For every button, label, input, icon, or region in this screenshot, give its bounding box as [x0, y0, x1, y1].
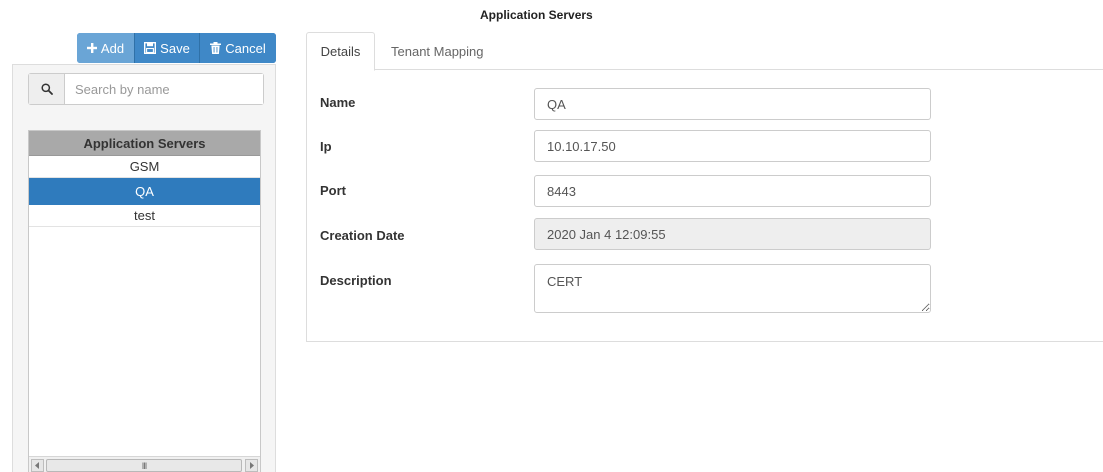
trash-icon — [210, 42, 222, 54]
search-group — [28, 73, 264, 105]
add-button[interactable]: Add — [77, 33, 134, 63]
description-label: Description — [320, 273, 392, 288]
port-label: Port — [320, 183, 346, 198]
toolbar: Add Save Cancel — [77, 33, 276, 63]
server-list-header: Application Servers — [29, 131, 260, 156]
search-icon — [29, 74, 65, 104]
ip-field[interactable] — [534, 130, 931, 162]
name-field[interactable] — [534, 88, 931, 120]
cancel-button[interactable]: Cancel — [199, 33, 276, 63]
cancel-button-label: Cancel — [225, 40, 266, 56]
ip-label: Ip — [320, 139, 332, 154]
list-item[interactable]: GSM — [29, 156, 260, 178]
scroll-left-arrow-icon[interactable] — [31, 459, 44, 472]
horizontal-scrollbar[interactable]: III — [29, 456, 260, 472]
list-item-selected[interactable]: QA — [29, 178, 260, 205]
page-title: Application Servers — [480, 8, 593, 22]
creation-date-label: Creation Date — [320, 228, 405, 243]
tab-details[interactable]: Details — [306, 32, 375, 71]
server-list: Application Servers GSM QA test III — [28, 130, 261, 472]
search-input[interactable] — [65, 74, 263, 104]
port-field[interactable] — [534, 175, 931, 207]
tab-tenant-mapping[interactable]: Tenant Mapping — [375, 32, 499, 70]
scroll-right-arrow-icon[interactable] — [245, 459, 258, 472]
detail-tabs: Details Tenant Mapping — [306, 32, 1103, 71]
add-button-label: Add — [100, 40, 125, 56]
name-label: Name — [320, 95, 356, 110]
scroll-thumb[interactable]: III — [46, 459, 242, 472]
floppy-disk-icon — [144, 42, 157, 54]
scroll-thumb-grip: III — [141, 460, 147, 471]
plus-icon — [86, 43, 97, 53]
description-field[interactable]: CERT — [534, 264, 931, 313]
creation-date-field — [534, 218, 931, 250]
details-form: Name Ip Port Creation Date Description C… — [306, 70, 1103, 342]
save-button-label: Save — [160, 40, 190, 56]
save-button[interactable]: Save — [134, 33, 199, 63]
server-list-panel: Application Servers GSM QA test III — [12, 64, 276, 472]
list-item[interactable]: test — [29, 205, 260, 227]
